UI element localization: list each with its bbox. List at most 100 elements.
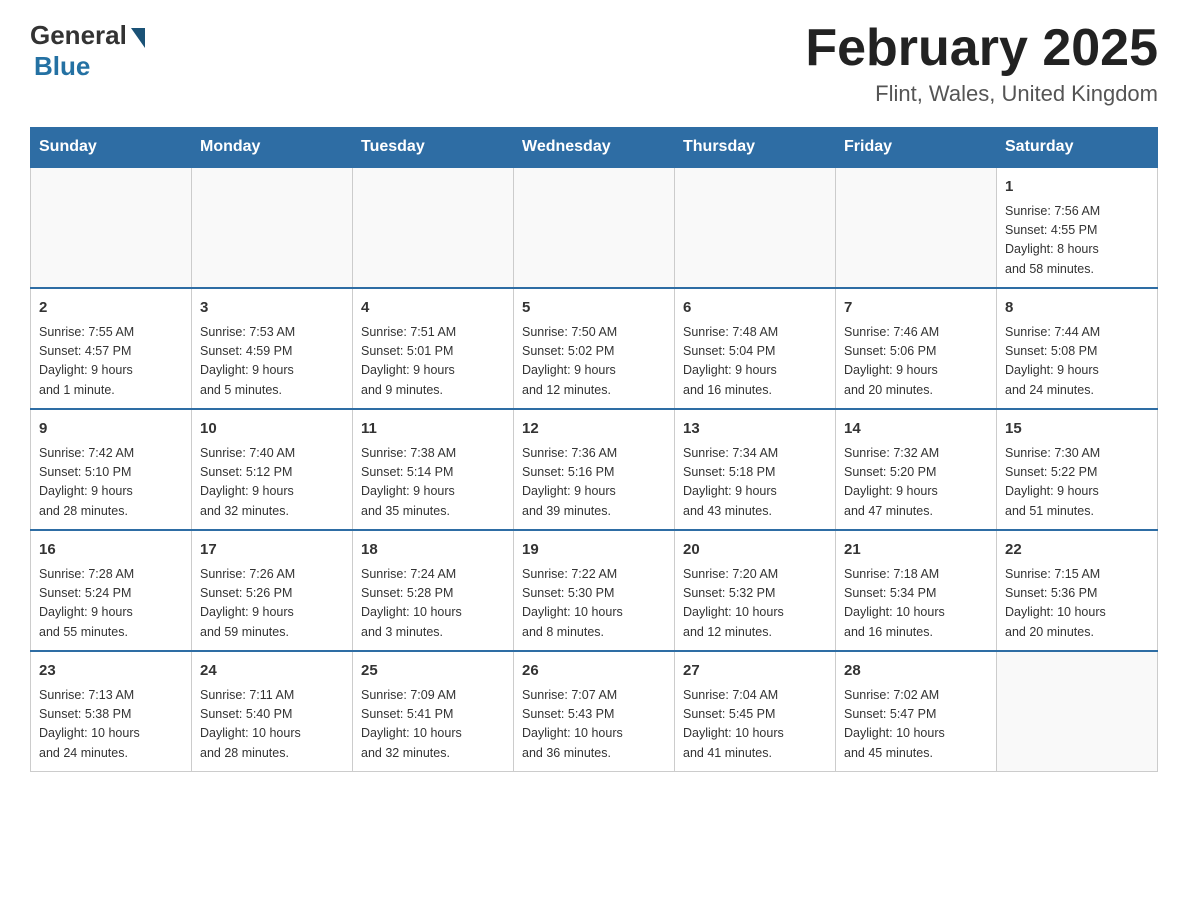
day-info: Sunrise: 7:24 AMSunset: 5:28 PMDaylight:… — [361, 565, 505, 643]
day-info: Sunrise: 7:15 AMSunset: 5:36 PMDaylight:… — [1005, 565, 1149, 643]
day-info: Sunrise: 7:13 AMSunset: 5:38 PMDaylight:… — [39, 686, 183, 764]
day-info: Sunrise: 7:48 AMSunset: 5:04 PMDaylight:… — [683, 323, 827, 401]
day-number: 1 — [1005, 176, 1149, 199]
day-number: 26 — [522, 660, 666, 683]
weekday-header-wednesday: Wednesday — [514, 128, 675, 168]
day-info: Sunrise: 7:20 AMSunset: 5:32 PMDaylight:… — [683, 565, 827, 643]
day-info: Sunrise: 7:42 AMSunset: 5:10 PMDaylight:… — [39, 444, 183, 522]
day-info: Sunrise: 7:11 AMSunset: 5:40 PMDaylight:… — [200, 686, 344, 764]
weekday-header-sunday: Sunday — [31, 128, 192, 168]
calendar-cell: 2 Sunrise: 7:55 AMSunset: 4:57 PMDaylight… — [31, 288, 192, 409]
day-number: 24 — [200, 660, 344, 683]
day-info: Sunrise: 7:36 AMSunset: 5:16 PMDaylight:… — [522, 444, 666, 522]
weekday-header-friday: Friday — [836, 128, 997, 168]
calendar-cell: 4 Sunrise: 7:51 AMSunset: 5:01 PMDaylight… — [353, 288, 514, 409]
day-info: Sunrise: 7:18 AMSunset: 5:34 PMDaylight:… — [844, 565, 988, 643]
calendar-cell: 28 Sunrise: 7:02 AMSunset: 5:47 PMDayligh… — [836, 651, 997, 772]
day-number: 19 — [522, 539, 666, 562]
calendar-week-row: 9 Sunrise: 7:42 AMSunset: 5:10 PMDaylight… — [31, 409, 1158, 530]
calendar-week-row: 2 Sunrise: 7:55 AMSunset: 4:57 PMDaylight… — [31, 288, 1158, 409]
calendar-cell: 15 Sunrise: 7:30 AMSunset: 5:22 PMDayligh… — [997, 409, 1158, 530]
calendar-cell — [836, 167, 997, 288]
day-number: 6 — [683, 297, 827, 320]
calendar-cell: 16Sunrise: 7:28 AMSunset: 5:24 PMDayligh… — [31, 530, 192, 651]
month-title: February 2025 — [805, 20, 1158, 77]
day-info: Sunrise: 7:44 AMSunset: 5:08 PMDaylight:… — [1005, 323, 1149, 401]
day-info: Sunrise: 7:26 AMSunset: 5:26 PMDaylight:… — [200, 565, 344, 643]
day-info: Sunrise: 7:55 AMSunset: 4:57 PMDaylight:… — [39, 323, 183, 401]
day-number: 15 — [1005, 418, 1149, 441]
calendar-cell: 23 Sunrise: 7:13 AMSunset: 5:38 PMDayligh… — [31, 651, 192, 772]
day-number: 9 — [39, 418, 183, 441]
logo: General Blue — [30, 20, 145, 82]
day-info: Sunrise: 7:30 AMSunset: 5:22 PMDaylight:… — [1005, 444, 1149, 522]
calendar-cell: 25 Sunrise: 7:09 AMSunset: 5:41 PMDayligh… — [353, 651, 514, 772]
day-info: Sunrise: 7:53 AMSunset: 4:59 PMDaylight:… — [200, 323, 344, 401]
page-header: General Blue February 2025 Flint, Wales,… — [30, 20, 1158, 107]
day-number: 5 — [522, 297, 666, 320]
calendar-cell: 11 Sunrise: 7:38 AMSunset: 5:14 PMDayligh… — [353, 409, 514, 530]
weekday-header-tuesday: Tuesday — [353, 128, 514, 168]
day-info: Sunrise: 7:56 AMSunset: 4:55 PMDaylight:… — [1005, 202, 1149, 280]
day-number: 3 — [200, 297, 344, 320]
day-number: 2 — [39, 297, 183, 320]
calendar-cell: 26 Sunrise: 7:07 AMSunset: 5:43 PMDayligh… — [514, 651, 675, 772]
calendar-week-row: 23 Sunrise: 7:13 AMSunset: 5:38 PMDayligh… — [31, 651, 1158, 772]
day-number: 12 — [522, 418, 666, 441]
location-text: Flint, Wales, United Kingdom — [805, 81, 1158, 107]
calendar-cell: 24 Sunrise: 7:11 AMSunset: 5:40 PMDayligh… — [192, 651, 353, 772]
day-number: 7 — [844, 297, 988, 320]
day-number: 4 — [361, 297, 505, 320]
day-number: 13 — [683, 418, 827, 441]
calendar-cell — [997, 651, 1158, 772]
calendar-cell: 12 Sunrise: 7:36 AMSunset: 5:16 PMDayligh… — [514, 409, 675, 530]
calendar-cell: 1 Sunrise: 7:56 AMSunset: 4:55 PMDaylight… — [997, 167, 1158, 288]
day-number: 27 — [683, 660, 827, 683]
day-number: 22 — [1005, 539, 1149, 562]
calendar-header-row: SundayMondayTuesdayWednesdayThursdayFrid… — [31, 128, 1158, 168]
calendar-cell: 3 Sunrise: 7:53 AMSunset: 4:59 PMDaylight… — [192, 288, 353, 409]
weekday-header-saturday: Saturday — [997, 128, 1158, 168]
calendar-cell: 22 Sunrise: 7:15 AMSunset: 5:36 PMDayligh… — [997, 530, 1158, 651]
calendar-cell: 17Sunrise: 7:26 AMSunset: 5:26 PMDayligh… — [192, 530, 353, 651]
day-number: 8 — [1005, 297, 1149, 320]
calendar-week-row: 1 Sunrise: 7:56 AMSunset: 4:55 PMDaylight… — [31, 167, 1158, 288]
logo-blue-text: Blue — [34, 51, 90, 82]
day-info: Sunrise: 7:07 AMSunset: 5:43 PMDaylight:… — [522, 686, 666, 764]
day-number: 18 — [361, 539, 505, 562]
day-info: Sunrise: 7:38 AMSunset: 5:14 PMDaylight:… — [361, 444, 505, 522]
day-info: Sunrise: 7:22 AMSunset: 5:30 PMDaylight:… — [522, 565, 666, 643]
calendar-week-row: 16Sunrise: 7:28 AMSunset: 5:24 PMDayligh… — [31, 530, 1158, 651]
calendar-table: SundayMondayTuesdayWednesdayThursdayFrid… — [30, 127, 1158, 772]
day-info: Sunrise: 7:51 AMSunset: 5:01 PMDaylight:… — [361, 323, 505, 401]
calendar-cell: 19 Sunrise: 7:22 AMSunset: 5:30 PMDayligh… — [514, 530, 675, 651]
day-number: 25 — [361, 660, 505, 683]
day-number: 10 — [200, 418, 344, 441]
day-number: 14 — [844, 418, 988, 441]
calendar-cell: 14Sunrise: 7:32 AMSunset: 5:20 PMDayligh… — [836, 409, 997, 530]
day-info: Sunrise: 7:46 AMSunset: 5:06 PMDaylight:… — [844, 323, 988, 401]
calendar-cell — [675, 167, 836, 288]
calendar-cell — [514, 167, 675, 288]
day-number: 20 — [683, 539, 827, 562]
day-number: 28 — [844, 660, 988, 683]
calendar-cell: 5Sunrise: 7:50 AMSunset: 5:02 PMDaylight… — [514, 288, 675, 409]
logo-general-text: General — [30, 20, 127, 51]
day-info: Sunrise: 7:02 AMSunset: 5:47 PMDaylight:… — [844, 686, 988, 764]
day-info: Sunrise: 7:04 AMSunset: 5:45 PMDaylight:… — [683, 686, 827, 764]
logo-triangle-icon — [131, 28, 145, 48]
day-number: 11 — [361, 418, 505, 441]
calendar-cell: 27 Sunrise: 7:04 AMSunset: 5:45 PMDayligh… — [675, 651, 836, 772]
calendar-cell: 20 Sunrise: 7:20 AMSunset: 5:32 PMDayligh… — [675, 530, 836, 651]
day-number: 23 — [39, 660, 183, 683]
calendar-cell — [31, 167, 192, 288]
calendar-cell: 8 Sunrise: 7:44 AMSunset: 5:08 PMDaylight… — [997, 288, 1158, 409]
calendar-cell: 18 Sunrise: 7:24 AMSunset: 5:28 PMDayligh… — [353, 530, 514, 651]
calendar-cell: 6 Sunrise: 7:48 AMSunset: 5:04 PMDaylight… — [675, 288, 836, 409]
calendar-cell: 13Sunrise: 7:34 AMSunset: 5:18 PMDayligh… — [675, 409, 836, 530]
day-info: Sunrise: 7:28 AMSunset: 5:24 PMDaylight:… — [39, 565, 183, 643]
calendar-cell: 21Sunrise: 7:18 AMSunset: 5:34 PMDayligh… — [836, 530, 997, 651]
weekday-header-monday: Monday — [192, 128, 353, 168]
day-info: Sunrise: 7:40 AMSunset: 5:12 PMDaylight:… — [200, 444, 344, 522]
day-info: Sunrise: 7:09 AMSunset: 5:41 PMDaylight:… — [361, 686, 505, 764]
